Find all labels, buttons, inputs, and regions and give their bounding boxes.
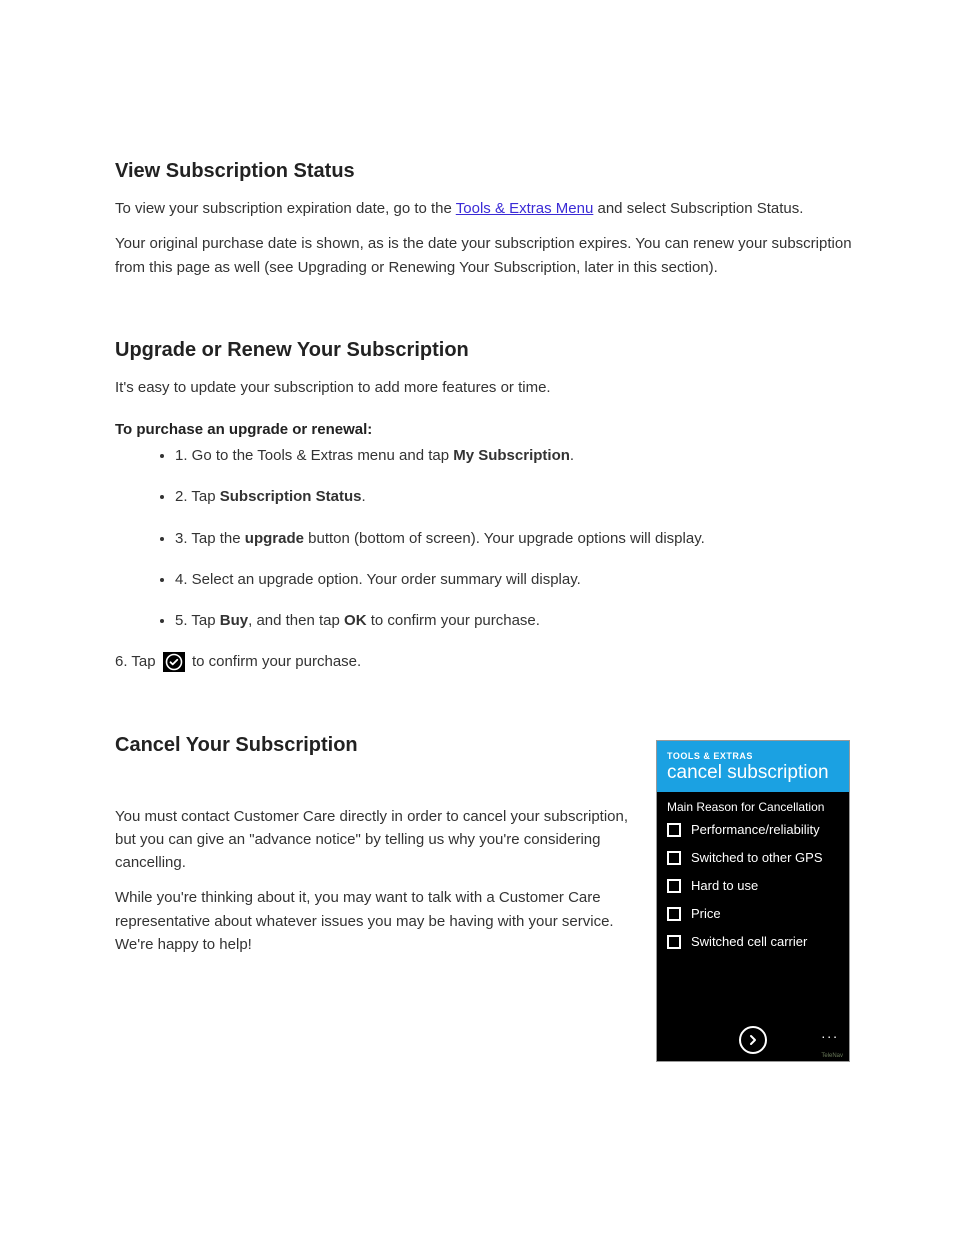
checkbox-icon[interactable] bbox=[667, 879, 681, 893]
option-hard-to-use[interactable]: Hard to use bbox=[667, 878, 839, 893]
step-2: 2. Tap Subscription Status. bbox=[175, 485, 854, 508]
phone-appbar: ... TeleNav bbox=[657, 1019, 849, 1061]
confirm-check-icon bbox=[163, 652, 185, 672]
step-4-pre: 4. Select an upgrade option. bbox=[175, 571, 367, 588]
next-button[interactable] bbox=[739, 1026, 767, 1054]
text-post: and select Subscription Status. bbox=[593, 200, 803, 217]
para-subscription-path: To view your subscription expiration dat… bbox=[115, 197, 854, 220]
link-tools-extras-menu[interactable]: Tools & Extras Menu bbox=[456, 200, 594, 217]
phone-screenshot: TOOLS & EXTRAS cancel subscription Main … bbox=[656, 740, 850, 1062]
phone-header: TOOLS & EXTRAS cancel subscription bbox=[657, 741, 849, 792]
step-5-post2: to confirm your purchase. bbox=[367, 612, 540, 629]
checkbox-icon[interactable] bbox=[667, 851, 681, 865]
step-4: 4. Select an upgrade option. Your order … bbox=[175, 568, 854, 591]
phone-crumb: TOOLS & EXTRAS bbox=[667, 751, 839, 761]
checkbox-icon[interactable] bbox=[667, 823, 681, 837]
step-6-post: to confirm your purchase. bbox=[192, 653, 361, 670]
para-cancel-2: While you're thinking about it, you may … bbox=[115, 886, 635, 956]
heading-view-subscription: View Subscription Status bbox=[115, 160, 854, 183]
step-2-strong: Subscription Status bbox=[220, 488, 362, 505]
para-subscription-detail: Your original purchase date is shown, as… bbox=[115, 232, 854, 279]
text-pre: To view your subscription expiration dat… bbox=[115, 200, 456, 217]
steps-list: 1. Go to the Tools & Extras menu and tap… bbox=[175, 444, 854, 632]
step-5: 5. Tap Buy, and then tap OK to confirm y… bbox=[175, 609, 854, 632]
para-upgrade-intro: It's easy to update your subscription to… bbox=[115, 376, 854, 399]
heading-upgrade-renew: Upgrade or Renew Your Subscription bbox=[115, 339, 854, 362]
checkbox-icon[interactable] bbox=[667, 935, 681, 949]
phone-body: Main Reason for Cancellation Performance… bbox=[657, 792, 849, 970]
option-label: Switched cell carrier bbox=[691, 934, 807, 949]
option-label: Price bbox=[691, 906, 721, 921]
step-5-strong: Buy bbox=[220, 612, 248, 629]
step-1-strong: My Subscription bbox=[453, 447, 570, 464]
para-cancel-1: You must contact Customer Care directly … bbox=[115, 805, 635, 875]
step-1-post: . bbox=[570, 447, 574, 464]
option-price[interactable]: Price bbox=[667, 906, 839, 921]
step-3-pre: 3. Tap the bbox=[175, 530, 245, 547]
step-3-post: button (bottom of screen). Your upgrade … bbox=[304, 530, 705, 547]
option-label: Performance/reliability bbox=[691, 822, 820, 837]
step-3-strong: upgrade bbox=[245, 530, 304, 547]
option-switched-carrier[interactable]: Switched cell carrier bbox=[667, 934, 839, 949]
step-5-pre: 5. Tap bbox=[175, 612, 220, 629]
phone-title: cancel subscription bbox=[667, 762, 839, 784]
chevron-right-icon bbox=[746, 1033, 760, 1047]
more-icon[interactable]: ... bbox=[821, 1025, 839, 1041]
step-5-mid: , and then tap bbox=[248, 612, 344, 629]
step-4-post: Your order summary will display. bbox=[367, 571, 581, 588]
step-6: 6. Tap to confirm your purchase. bbox=[115, 650, 854, 673]
step-2-post: . bbox=[361, 488, 365, 505]
checkbox-icon[interactable] bbox=[667, 907, 681, 921]
option-performance[interactable]: Performance/reliability bbox=[667, 822, 839, 837]
step-2-pre: 2. Tap bbox=[175, 488, 220, 505]
phone-brand: TeleNav bbox=[821, 1053, 843, 1059]
option-label: Switched to other GPS bbox=[691, 850, 823, 865]
step-5-strong2: OK bbox=[344, 612, 367, 629]
subhead-purchase: To purchase an upgrade or renewal: bbox=[115, 421, 854, 438]
step-1-pre: 1. Go to the Tools & Extras menu and tap bbox=[175, 447, 453, 464]
step-3: 3. Tap the upgrade button (bottom of scr… bbox=[175, 527, 854, 550]
step-1: 1. Go to the Tools & Extras menu and tap… bbox=[175, 444, 854, 467]
phone-prompt: Main Reason for Cancellation bbox=[667, 800, 839, 814]
step-6-pre: 6. Tap bbox=[115, 653, 160, 670]
option-label: Hard to use bbox=[691, 878, 758, 893]
option-switched-gps[interactable]: Switched to other GPS bbox=[667, 850, 839, 865]
